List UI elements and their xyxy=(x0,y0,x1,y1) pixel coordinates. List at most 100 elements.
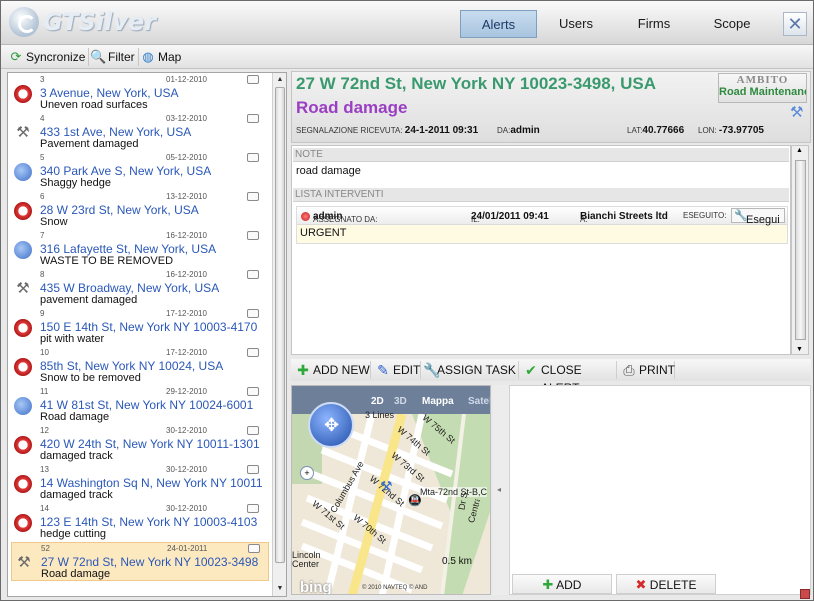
received-meta: SEGNALAZIONE RICEVUTA: 24-1-2011 09:31 xyxy=(296,125,479,136)
alert-description: Uneven road surfaces xyxy=(40,99,148,111)
alert-description: pit with water xyxy=(40,333,105,345)
edit-button[interactable]: ✎ EDIT xyxy=(373,361,421,379)
pan-compass[interactable]: ✥ xyxy=(308,402,354,448)
alert-address: 435 W Broadway, New York, USA xyxy=(40,281,220,295)
splitter-handle-icon[interactable]: ◂ xyxy=(497,485,501,494)
alert-list-item[interactable]: 14 30-12-2010 123 E 14th St, New York NY 1… xyxy=(11,503,269,542)
alert-checkbox[interactable] xyxy=(247,192,259,201)
close-alert-button[interactable]: ✔ CLOSE ALERT xyxy=(521,361,617,395)
wrench-icon[interactable]: ⚒ xyxy=(790,103,808,121)
print-button[interactable]: ⎙ PRINT xyxy=(619,361,675,379)
alert-number: 4 xyxy=(40,114,45,123)
alert-date: 29-12-2010 xyxy=(166,387,207,396)
notes-scrollbar[interactable]: ▲ ▼ xyxy=(791,145,809,355)
x-icon: ✖ xyxy=(635,577,647,592)
bing-logo: bing xyxy=(300,579,332,595)
resize-grip-icon[interactable] xyxy=(800,589,810,599)
alert-list-item[interactable]: 7 16-12-2010 316 Lafayette St, New York, U… xyxy=(11,230,269,269)
alert-description: Snow xyxy=(40,216,68,228)
alert-date: 30-12-2010 xyxy=(166,504,207,513)
alert-list-item[interactable]: 12 30-12-2010 420 W 24th St, New York NY 1… xyxy=(11,425,269,464)
add-button[interactable]: ✚ ADD xyxy=(512,574,612,594)
alert-checkbox[interactable] xyxy=(248,544,260,553)
alert-description: damaged track xyxy=(40,489,113,501)
alert-checkbox[interactable] xyxy=(247,465,259,474)
alert-pin-icon[interactable]: ⚒ xyxy=(380,478,393,495)
alert-description: Road damage xyxy=(40,411,110,423)
syncronize-button[interactable]: ⟳ Syncronize xyxy=(6,48,90,66)
alert-checkbox[interactable] xyxy=(247,231,259,240)
map-mode-satellite[interactable]: Satellite xyxy=(468,396,490,407)
alert-checkbox[interactable] xyxy=(247,309,259,318)
sync-icon: ⟳ xyxy=(10,49,22,64)
alert-checkbox[interactable] xyxy=(247,387,259,396)
filter-button[interactable]: 🔍 Filter xyxy=(88,48,139,66)
alert-list-item[interactable]: 9 17-12-2010 150 E 14th St, New York NY 10… xyxy=(11,308,269,347)
map-button[interactable]: ◍ Map xyxy=(138,48,184,66)
alert-checkbox[interactable] xyxy=(247,270,259,279)
map-view[interactable]: 2D 3D Mappa Satellite ✥ + 3 Lines W 75th… xyxy=(291,385,491,595)
map-mode-2d[interactable]: 2D xyxy=(371,396,384,407)
alert-list-item[interactable]: 13 30-12-2010 14 Washington Sq N, New York… xyxy=(11,464,269,503)
main-toolbar: ⟳ Syncronize 🔍 Filter ◍ Map xyxy=(1,45,813,69)
alert-address: 27 W 72nd St, New York NY 10023-3498 xyxy=(41,555,259,569)
alert-list-item[interactable]: ⚒ 8 16-12-2010 435 W Broadway, New York, US… xyxy=(11,269,269,308)
notes-header: NOTE xyxy=(293,148,789,162)
scroll-down-icon[interactable]: ▼ xyxy=(796,346,803,353)
scrollbar-thumb[interactable] xyxy=(795,160,806,340)
alert-number: 3 xyxy=(40,75,45,84)
alert-list-item[interactable]: 6 13-12-2010 28 W 23rd St, New York, USA Sn… xyxy=(11,191,269,230)
intervention-item: ASSEGNATO DA: admin IL: 24/01/2011 09:41 A… xyxy=(296,206,788,244)
app-title: GTSilver xyxy=(43,8,157,36)
alert-description: Snow to be removed xyxy=(40,372,141,384)
alert-date: 13-12-2010 xyxy=(166,192,207,201)
close-button[interactable]: ✕ xyxy=(783,12,807,36)
alert-list-item[interactable]: ⚒ 52 24-01-2011 27 W 72nd St, New York NY 1… xyxy=(11,542,269,581)
zoom-in-icon[interactable]: + xyxy=(300,466,314,480)
alert-list-item[interactable]: 10 17-12-2010 85th St, New York NY 10024, … xyxy=(11,347,269,386)
alert-list-item[interactable]: 11 29-12-2010 41 W 81st St, New York NY 10… xyxy=(11,386,269,425)
alert-checkbox[interactable] xyxy=(247,153,259,162)
pane-splitter[interactable]: ◂ xyxy=(493,385,509,595)
alert-list-scrollbar[interactable]: ▲ ▼ xyxy=(272,73,286,596)
magnifier-icon: 🔍 xyxy=(90,49,107,64)
alert-number: 5 xyxy=(40,153,45,162)
tab-alerts[interactable]: Alerts xyxy=(460,10,537,38)
scroll-up-icon[interactable]: ▲ xyxy=(275,75,285,85)
esegui-button[interactable]: 🔧 Esegui xyxy=(731,208,785,226)
map-label: Lincoln Center xyxy=(292,550,321,569)
alert-checkbox[interactable] xyxy=(247,75,259,84)
alert-date: 30-12-2010 xyxy=(166,426,207,435)
tab-users[interactable]: Users xyxy=(541,10,611,38)
alert-number: 14 xyxy=(40,504,49,513)
map-mode-3d[interactable]: 3D xyxy=(394,396,407,407)
alert-checkbox[interactable] xyxy=(247,114,259,123)
alert-description: WASTE TO BE REMOVED xyxy=(40,255,174,267)
tools-icon: ⚒ xyxy=(16,280,30,297)
map-mode-road[interactable]: Mappa xyxy=(422,396,454,407)
tab-firms[interactable]: Firms xyxy=(619,10,689,38)
alert-checkbox[interactable] xyxy=(247,348,259,357)
alarm-icon xyxy=(14,514,32,532)
detail-address: 27 W 72nd St, New York NY 10023-3498, US… xyxy=(296,74,656,93)
alert-address: 420 W 24th St, New York NY 10011-1301 xyxy=(40,437,260,451)
alert-checkbox[interactable] xyxy=(247,504,259,513)
alert-list-item[interactable]: 3 01-12-2010 3 Avenue, New York, USA Uneven… xyxy=(11,74,269,113)
add-new-button[interactable]: ✚ ADD NEW xyxy=(293,361,371,379)
scroll-up-icon[interactable]: ▲ xyxy=(796,147,803,154)
tab-scope[interactable]: Scope xyxy=(697,10,767,38)
scroll-down-icon[interactable]: ▼ xyxy=(275,584,285,594)
alert-list-item[interactable]: ⚒ 4 03-12-2010 433 1st Ave, New York, USA Pa… xyxy=(11,113,269,152)
alert-list-item[interactable]: 5 05-12-2010 340 Park Ave S, New York, USA… xyxy=(11,152,269,191)
arrows-icon: ✥ xyxy=(324,415,340,435)
scrollbar-thumb[interactable] xyxy=(275,87,285,563)
assign-task-button[interactable]: 🔧 ASSIGN TASK xyxy=(423,361,519,379)
delete-button[interactable]: ✖ DELETE xyxy=(616,574,716,594)
action-toolbar: ✚ ADD NEW ✎ EDIT 🔧 ASSIGN TASK ✔ CLOSE A… xyxy=(291,359,811,395)
alert-list: 3 01-12-2010 3 Avenue, New York, USA Uneven… xyxy=(7,72,287,597)
alert-checkbox[interactable] xyxy=(247,426,259,435)
alert-date: 16-12-2010 xyxy=(166,231,207,240)
alert-number: 7 xyxy=(40,231,45,240)
alert-date: 17-12-2010 xyxy=(166,309,207,318)
alert-number: 12 xyxy=(40,426,49,435)
